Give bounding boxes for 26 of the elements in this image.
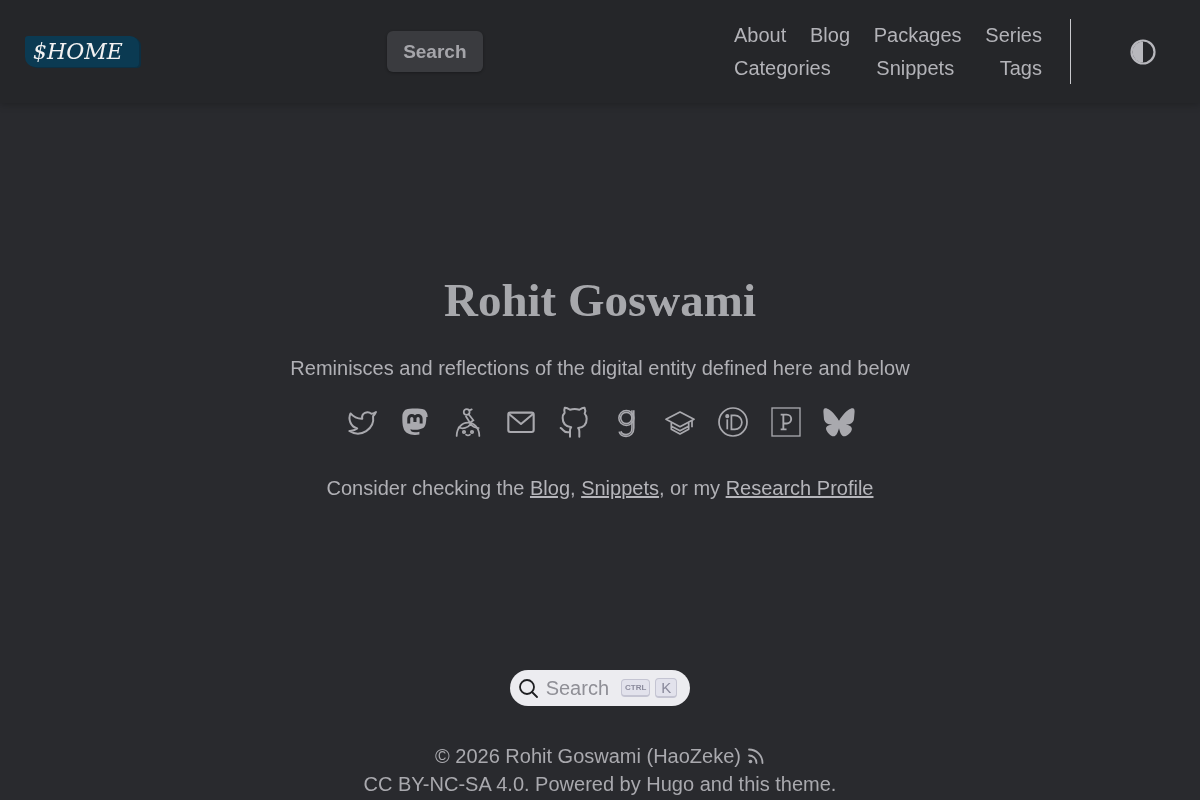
suggestion-sentence: Consider checking the Blog, Snippets, or my Research Profile [326, 476, 874, 501]
tagline-text: Reminisces and reflections of the digital entity defined here and below [290, 356, 910, 381]
p-square-icon[interactable] [769, 406, 802, 438]
search-button[interactable]: Search [386, 31, 483, 72]
octocat-outline-icon[interactable] [557, 406, 590, 438]
butterfly-icon[interactable] [822, 406, 855, 438]
contrast-icon[interactable] [1130, 38, 1156, 65]
inline-link[interactable]: Blog [529, 477, 570, 499]
nav-link[interactable]: Tags [999, 54, 1042, 82]
copyright-text: © 2026 Rohit Goswami (HaoZeke) [435, 744, 741, 769]
rss-icon[interactable] [747, 747, 765, 765]
nav-link[interactable]: Series [985, 21, 1042, 49]
nav-link[interactable]: Snippets [876, 54, 955, 82]
nav-link[interactable]: Categories [734, 54, 831, 82]
inline-link[interactable]: Snippets [581, 477, 659, 499]
inline-link[interactable]: Research Profile [725, 477, 874, 499]
home-logo-link[interactable]: $HOME [25, 36, 139, 67]
license-text: CC BY-NC-SA 4.0. Powered by Hugo and this theme. [363, 772, 837, 797]
nav-link[interactable]: Blog [810, 21, 850, 49]
id-circle-icon[interactable] [716, 406, 749, 438]
nav-link[interactable]: Packages [873, 21, 962, 49]
keyboard-key: K [655, 678, 678, 698]
keyboard-key: CTRL [621, 679, 651, 697]
nav-link[interactable]: About [734, 21, 787, 49]
page-title: Rohit Goswami [443, 273, 756, 328]
search-icon [517, 678, 538, 698]
